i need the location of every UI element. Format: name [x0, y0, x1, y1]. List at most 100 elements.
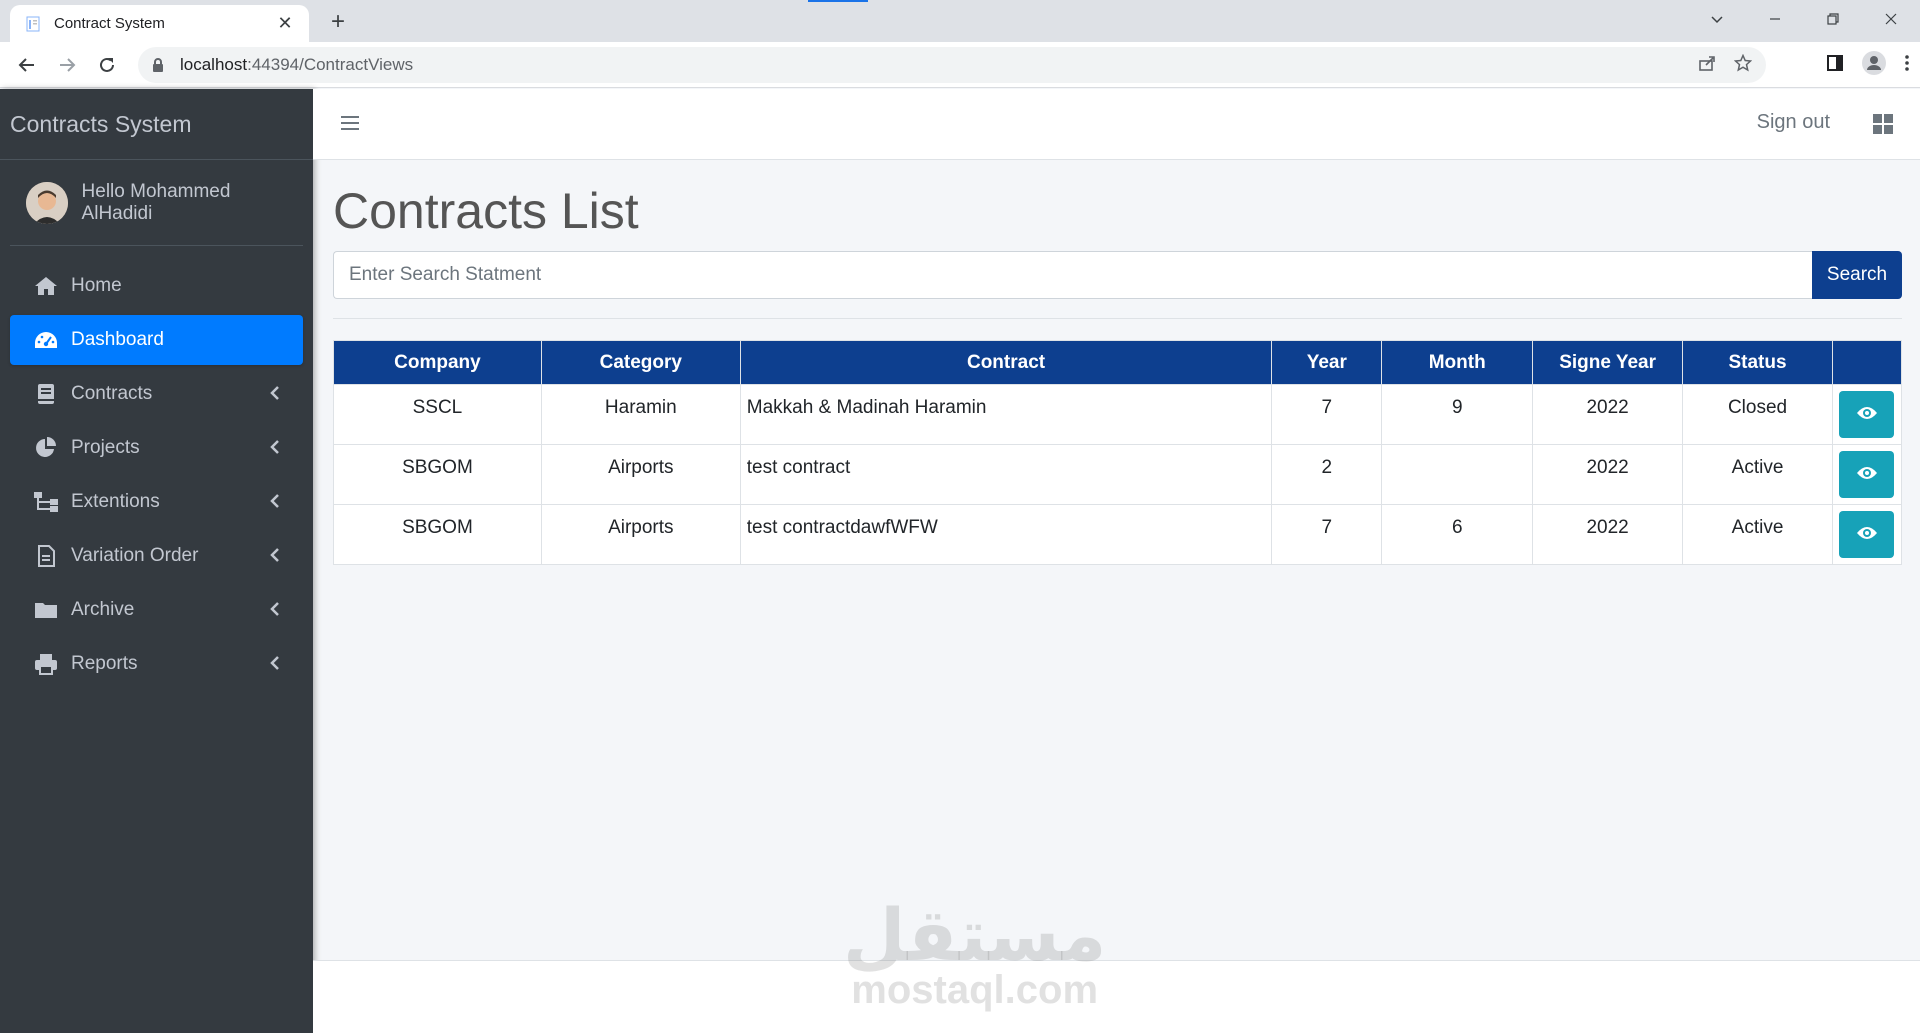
cell-year: 7 — [1271, 384, 1383, 445]
main-header: Sign out — [313, 89, 1920, 160]
sidebar-item-label: Dashboard — [71, 329, 164, 350]
cell-actions — [1831, 504, 1903, 565]
brand-text: Contracts System — [10, 110, 192, 137]
cell-status: Closed — [1682, 384, 1833, 445]
column-header-contract[interactable]: Contract — [739, 340, 1273, 385]
page-title: Contracts List — [333, 183, 639, 239]
grid-apps-icon[interactable] — [1873, 114, 1893, 134]
contracts-table: Company Category Contract Year Month Sig… — [333, 340, 1903, 565]
sign-out-link[interactable]: Sign out — [1757, 111, 1830, 134]
watermark-arabic: مستقل — [843, 893, 1107, 977]
cell-status: Active — [1682, 444, 1833, 505]
url-path: :44394/ContractViews — [247, 55, 414, 74]
sidebar-item-dashboard[interactable]: Dashboard — [10, 315, 303, 365]
folder-icon — [33, 599, 59, 621]
watermark-latin: mostaql.com — [851, 968, 1099, 1012]
address-bar[interactable]: localhost:44394/ContractViews — [138, 47, 1766, 83]
cell-company: SSCL — [333, 384, 542, 445]
column-header-actions — [1831, 340, 1903, 385]
sidebar-item-label: Variation Order — [71, 545, 199, 566]
column-header-year[interactable]: Year — [1271, 340, 1383, 385]
share-icon[interactable] — [1698, 54, 1716, 77]
sidebar-item-label: Home — [71, 275, 122, 296]
url-host: localhost — [180, 55, 248, 74]
cell-signe-year: 2022 — [1532, 504, 1684, 565]
user-greeting[interactable]: Hello Mohammed AlHadidi — [82, 181, 303, 225]
bookmark-star-icon[interactable] — [1733, 53, 1753, 77]
close-tab-icon[interactable]: ✕ — [275, 13, 295, 34]
main-footer — [313, 960, 1920, 1033]
table-row: SSCL Haramin Makkah & Madinah Haramin 7 … — [333, 384, 1903, 445]
column-header-status[interactable]: Status — [1682, 340, 1833, 385]
cell-actions — [1831, 444, 1903, 505]
view-button[interactable] — [1839, 511, 1895, 558]
eye-icon — [1856, 405, 1878, 424]
search-input[interactable] — [333, 251, 1812, 299]
eye-icon — [1856, 465, 1878, 484]
sidebar-item-extentions[interactable]: Extentions — [10, 477, 303, 527]
cell-month: 6 — [1381, 504, 1534, 565]
cell-contract: test contract — [739, 444, 1273, 505]
cell-category: Haramin — [540, 384, 741, 445]
cell-contract: Makkah & Madinah Haramin — [739, 384, 1273, 445]
divider — [333, 318, 1902, 319]
browser-toolbar: localhost:44394/ContractViews — [0, 42, 1920, 88]
reload-icon[interactable] — [92, 50, 122, 80]
chevron-left-icon — [267, 601, 283, 617]
column-header-month[interactable]: Month — [1381, 340, 1534, 385]
sidebar-item-contracts[interactable]: Contracts — [10, 369, 303, 419]
restore-icon[interactable] — [1804, 0, 1862, 38]
cell-year: 2 — [1271, 444, 1383, 505]
brand-link[interactable]: Contracts System — [0, 89, 313, 160]
browser-tab-bar: Contract System ✕ + — [0, 0, 1920, 42]
column-header-signe-year[interactable]: Signe Year — [1532, 340, 1684, 385]
page-favicon-icon — [24, 15, 42, 33]
side-panel-icon[interactable] — [1826, 54, 1844, 77]
close-window-icon[interactable] — [1862, 0, 1920, 38]
back-arrow-icon[interactable] — [12, 50, 42, 80]
cell-status: Active — [1682, 504, 1833, 565]
watermark: مستقل mostaql.com — [843, 893, 1107, 1012]
sidebar-item-label: Projects — [71, 437, 140, 458]
chevron-left-icon — [267, 439, 283, 455]
sidebar-item-home[interactable]: Home — [10, 261, 303, 311]
cell-month — [1381, 444, 1534, 505]
search-button[interactable]: Search — [1812, 251, 1902, 299]
column-header-company[interactable]: Company — [333, 340, 542, 385]
browser-menu-icon[interactable] — [1904, 54, 1910, 77]
eye-icon — [1856, 525, 1878, 544]
search-form: Search — [333, 251, 1902, 299]
user-panel: Hello Mohammed AlHadidi — [10, 160, 303, 246]
profile-icon[interactable] — [1862, 50, 1886, 80]
sidebar-item-label: Extentions — [71, 491, 160, 512]
browser-tab[interactable]: Contract System ✕ — [10, 5, 309, 42]
minimize-icon[interactable] — [1746, 0, 1804, 38]
view-button[interactable] — [1839, 391, 1895, 438]
forward-arrow-icon[interactable] — [52, 50, 82, 80]
cell-contract: test contractdawfWFW — [739, 504, 1273, 565]
hamburger-menu-icon[interactable] — [339, 112, 361, 134]
sidebar-item-variation-order[interactable]: Variation Order — [10, 531, 303, 581]
cell-actions — [1831, 384, 1903, 445]
column-header-category[interactable]: Category — [540, 340, 741, 385]
home-icon — [33, 275, 59, 297]
sidebar-item-label: Reports — [71, 653, 138, 674]
book-icon — [33, 383, 59, 405]
chevron-left-icon — [267, 385, 283, 401]
tab-title: Contract System — [54, 15, 165, 32]
cell-signe-year: 2022 — [1532, 444, 1684, 505]
sidebar-item-reports[interactable]: Reports — [10, 639, 303, 689]
cell-company: SBGOM — [333, 444, 542, 505]
sidebar-item-label: Archive — [71, 599, 135, 620]
table-row: SBGOM Airports test contractdawfWFW 7 6 … — [333, 504, 1903, 565]
new-tab-button[interactable]: + — [324, 8, 352, 36]
lock-icon — [152, 58, 166, 72]
sidebar-nav: Home Dashboard Contracts Projects Extent… — [0, 246, 313, 689]
document-icon — [33, 545, 59, 567]
tab-search-icon[interactable] — [1688, 0, 1746, 38]
sidebar-item-archive[interactable]: Archive — [10, 585, 303, 635]
sidebar-item-projects[interactable]: Projects — [10, 423, 303, 473]
cell-category: Airports — [540, 444, 741, 505]
view-button[interactable] — [1839, 451, 1895, 498]
table-header-row: Company Category Contract Year Month Sig… — [333, 340, 1903, 385]
